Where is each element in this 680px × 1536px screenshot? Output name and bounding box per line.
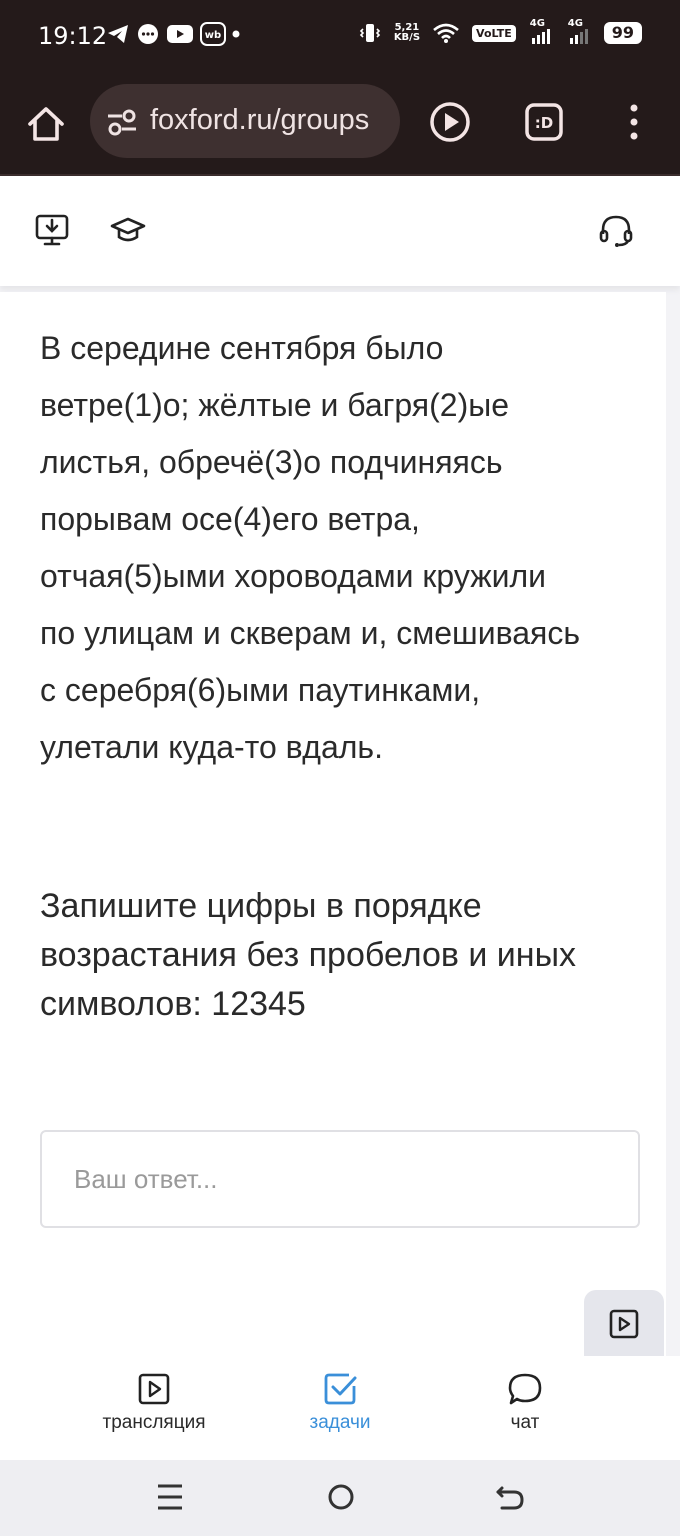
wifi-icon [433, 23, 459, 43]
home-circle-icon[interactable] [326, 1482, 356, 1512]
address-bar[interactable]: foxford.ru/groups [90, 84, 400, 158]
signal-sim1: 4G [528, 18, 554, 46]
tab-label: задачи [309, 1412, 371, 1433]
chat-bubble-icon [508, 1373, 542, 1405]
wb-icon: wb [200, 22, 226, 46]
tab-label: трансляция [102, 1412, 206, 1433]
answer-input[interactable] [40, 1130, 640, 1228]
home-icon[interactable] [24, 102, 68, 146]
signal-bars-icon [569, 29, 588, 44]
clock: 19:12 [38, 22, 108, 50]
dot-icon [232, 30, 240, 38]
youtube-icon [167, 25, 193, 43]
volte-badge: VoLTE [472, 24, 516, 42]
instruction-line: символов: 12345 [40, 985, 306, 1023]
system-status-icons: 5,21 KB/S VoLTE 4G 4G 99 [358, 18, 642, 46]
tab-tasks[interactable]: задачи [250, 1372, 430, 1434]
more-menu-icon[interactable] [622, 102, 646, 142]
passage-line: листья, обречё(3)о подчиняясь [40, 444, 503, 480]
status-bar: 19:12 wb 5,21 KB/S VoLTE 4G 4G 99 [0, 0, 680, 72]
passage-line: отчая(5)ыми хороводами кружили [40, 558, 547, 594]
svg-text:wb: wb [205, 30, 221, 41]
tab-label: чат [510, 1412, 540, 1433]
passage-line: В середине сентября было [40, 330, 444, 366]
passage-line: с серебря(6)ыми паутинками, [40, 672, 481, 708]
checkbox-icon [324, 1373, 357, 1405]
play-icon[interactable] [428, 100, 472, 144]
task-content: В середине сентября было ветре(1)о; жёлт… [0, 292, 666, 1356]
passage-line: порывам осе(4)его ветра, [40, 501, 420, 537]
passage-line: ветре(1)о; жёлтые и багря(2)ые [40, 387, 510, 423]
browser-toolbar: foxford.ru/groups :D [0, 72, 680, 176]
signal-sim2: 4G [566, 18, 592, 46]
floating-video-button[interactable] [584, 1290, 664, 1356]
bottom-tab-bar: трансляция задачи чат [0, 1356, 680, 1460]
system-navigation-bar [0, 1460, 680, 1536]
notification-icons: wb [106, 22, 240, 46]
extension-icon[interactable]: :D [524, 102, 564, 142]
instruction-line: возрастания без пробелов и иных [40, 936, 577, 974]
tab-chat[interactable]: чат [435, 1372, 615, 1434]
battery-indicator: 99 [603, 22, 642, 44]
video-icon [609, 1309, 639, 1339]
video-icon [138, 1373, 170, 1405]
passage-line: по улицам и скверам и, смешиваясь [40, 615, 580, 651]
task-passage: В середине сентября было ветре(1)о; жёлт… [40, 320, 640, 776]
back-icon[interactable] [494, 1482, 526, 1514]
telegram-icon [108, 25, 128, 43]
site-settings-icon[interactable] [106, 108, 138, 136]
net-speed-unit: KB/S [393, 32, 421, 43]
svg-text::D: :D [535, 114, 553, 132]
graduation-cap-icon[interactable] [110, 212, 146, 248]
url-text: foxford.ru/groups [150, 104, 370, 136]
instruction-line: Запишите цифры в порядке [40, 887, 482, 925]
download-screen-icon[interactable] [34, 212, 70, 248]
recent-apps-icon[interactable] [156, 1482, 184, 1512]
tab-broadcast[interactable]: трансляция [64, 1372, 244, 1434]
network-speed: 5,21 KB/S [394, 23, 420, 43]
headset-icon[interactable] [598, 212, 634, 248]
task-instruction: Запишите цифры в порядке возрастания без… [40, 882, 640, 1029]
vibrate-icon [359, 24, 380, 42]
passage-line: улетали куда-то вдаль. [40, 729, 383, 765]
signal-bars-icon [531, 29, 550, 44]
messenger-icon [138, 24, 158, 44]
app-header [0, 176, 680, 286]
